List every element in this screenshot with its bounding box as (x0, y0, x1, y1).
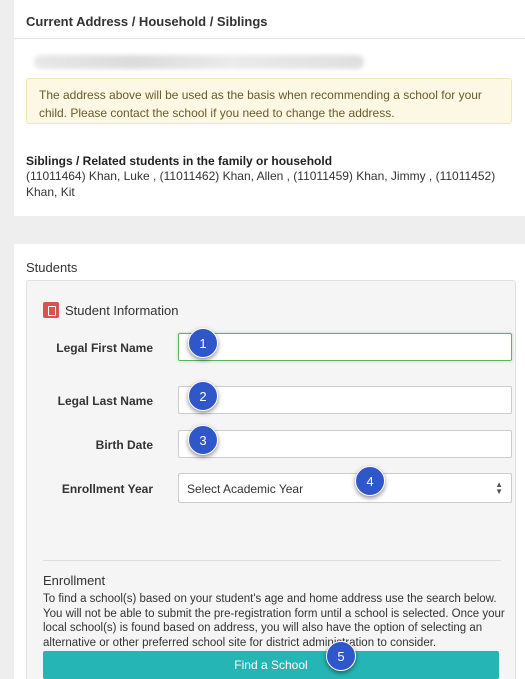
redacted-address (34, 55, 364, 69)
last-name-input[interactable] (178, 386, 512, 414)
step-badge-3: 3 (188, 425, 218, 455)
select-arrows-icon: ▲ ▼ (495, 480, 503, 496)
enrollment-year-select[interactable]: Select Academic Year ▲ ▼ (178, 473, 512, 503)
students-panel-title: Students (26, 260, 78, 275)
section-title-label: Student Information (65, 302, 179, 318)
birth-date-input[interactable] (178, 430, 512, 458)
panel-divider (14, 38, 525, 39)
find-school-button[interactable]: Find a School (43, 651, 499, 679)
address-panel: Current Address / Household / Siblings T… (14, 0, 525, 216)
step-badge-5: 5 (326, 641, 356, 671)
birth-date-label: Birth Date (95, 438, 153, 452)
pdf-icon[interactable] (43, 302, 59, 318)
student-form-well: Student Information Legal First Name Leg… (26, 280, 516, 679)
siblings-list: (11011464) Khan, Luke , (11011462) Khan,… (26, 169, 496, 199)
students-panel: Students Student Information Legal First… (14, 244, 525, 679)
first-name-input[interactable] (178, 333, 512, 361)
siblings-heading: Siblings / Related students in the famil… (26, 154, 333, 168)
step-badge-2: 2 (188, 381, 218, 411)
last-name-label: Legal Last Name (57, 394, 153, 408)
first-name-label: Legal First Name (56, 341, 153, 355)
enrollment-heading: Enrollment (43, 573, 106, 588)
section-divider (43, 560, 501, 561)
student-information-heading: Student Information (43, 302, 178, 318)
address-alert: The address above will be used as the ba… (26, 78, 512, 124)
enrollment-instructions: To find a school(s) based on your studen… (43, 593, 505, 649)
step-badge-4: 4 (355, 466, 385, 496)
enrollment-year-label: Enrollment Year (61, 482, 153, 496)
enrollment-year-value: Select Academic Year (187, 482, 304, 496)
step-badge-1: 1 (188, 328, 218, 358)
address-panel-title: Current Address / Household / Siblings (26, 14, 268, 29)
